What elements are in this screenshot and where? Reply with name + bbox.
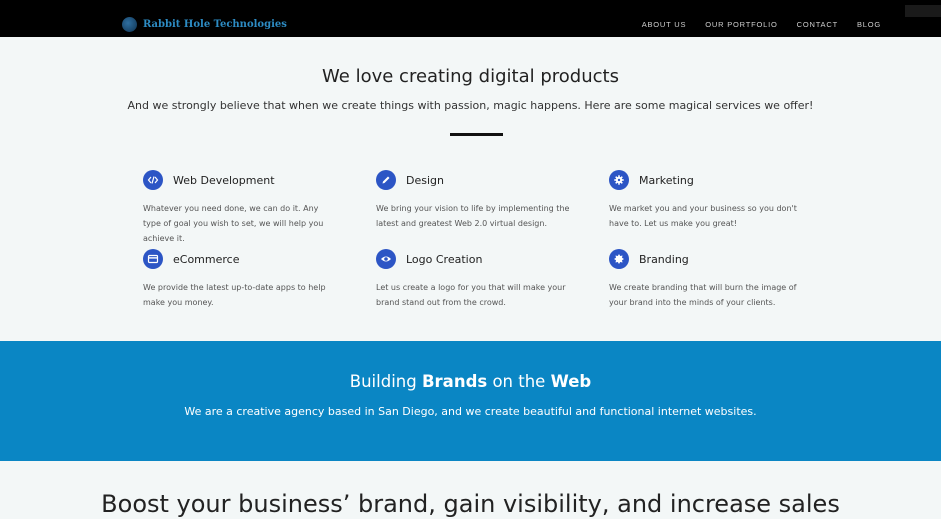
gear-icon bbox=[609, 170, 629, 190]
pencil-icon bbox=[376, 170, 396, 190]
service-title: Web Development bbox=[173, 173, 275, 187]
service-web-development: Web Development Whatever you need done, … bbox=[143, 170, 343, 246]
nav-about-us[interactable]: ABOUT US bbox=[642, 20, 687, 29]
section-divider bbox=[450, 133, 503, 136]
nav-blog[interactable]: BLOG bbox=[857, 20, 881, 29]
banner-title-text: on the bbox=[487, 372, 551, 391]
service-design: Design We bring your vision to life by i… bbox=[376, 170, 576, 231]
banner-title-bold: Web bbox=[550, 372, 592, 391]
rabbit-hole-logo-icon bbox=[122, 16, 137, 32]
brand-name: Rabbit Hole Technologies bbox=[143, 18, 287, 30]
eye-icon bbox=[376, 249, 396, 269]
top-navbar: Rabbit Hole Technologies ABOUT US OUR PO… bbox=[0, 0, 941, 37]
main-nav: ABOUT US OUR PORTFOLIO CONTACT BLOG bbox=[642, 20, 881, 29]
intro-subtitle: And we strongly believe that when we cre… bbox=[127, 99, 814, 112]
banner-subtitle: We are a creative agency based in San Di… bbox=[184, 405, 757, 418]
service-ecommerce: eCommerce We provide the latest up-to-da… bbox=[143, 249, 343, 310]
service-title: eCommerce bbox=[173, 252, 240, 266]
banner-title-bold: Brands bbox=[421, 372, 488, 391]
service-description: We market you and your business so you d… bbox=[609, 204, 797, 228]
badge-icon bbox=[609, 249, 629, 269]
boost-heading: Boost your business’ brand, gain visibil… bbox=[101, 490, 840, 518]
service-branding: Branding We create branding that will bu… bbox=[609, 249, 809, 310]
service-description: We provide the latest up-to-date apps to… bbox=[143, 283, 326, 307]
service-description: We create branding that will burn the im… bbox=[609, 283, 797, 307]
brand-banner: Building Brands on the Web We are a crea… bbox=[0, 341, 941, 461]
banner-title-text: Building bbox=[349, 372, 422, 391]
banner-title: Building Brands on the Web bbox=[0, 372, 941, 391]
service-description: Whatever you need done, we can do it. An… bbox=[143, 204, 324, 243]
code-icon bbox=[143, 170, 163, 190]
service-logo-creation: Logo Creation Let us create a logo for y… bbox=[376, 249, 576, 310]
nav-contact[interactable]: CONTACT bbox=[797, 20, 838, 29]
brand[interactable]: Rabbit Hole Technologies bbox=[122, 15, 287, 33]
credit-card-icon bbox=[143, 249, 163, 269]
topbar-corner-block bbox=[905, 5, 941, 17]
service-description: Let us create a logo for you that will m… bbox=[376, 283, 566, 307]
service-title: Logo Creation bbox=[406, 252, 483, 266]
service-title: Marketing bbox=[639, 173, 694, 187]
service-marketing: Marketing We market you and your busines… bbox=[609, 170, 809, 231]
intro-title: We love creating digital products bbox=[322, 66, 619, 87]
service-description: We bring your vision to life by implemen… bbox=[376, 204, 570, 228]
service-title: Design bbox=[406, 173, 444, 187]
service-title: Branding bbox=[639, 252, 689, 266]
nav-our-portfolio[interactable]: OUR PORTFOLIO bbox=[705, 20, 777, 29]
